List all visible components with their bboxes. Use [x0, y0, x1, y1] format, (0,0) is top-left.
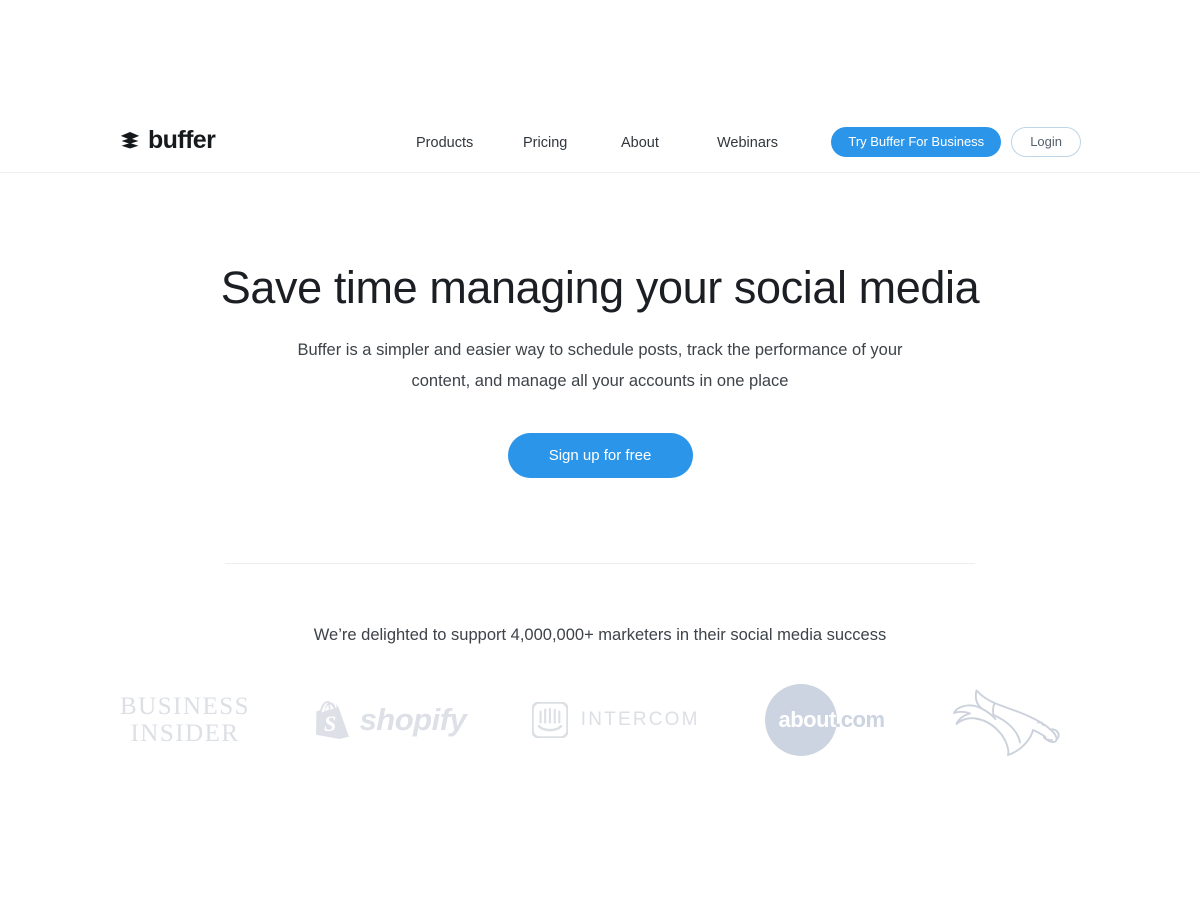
social-proof-text: We’re delighted to support 4,000,000+ ma… [313, 626, 887, 644]
section-divider [225, 563, 975, 564]
header-inner: buffer Products Pricing About Webinars T… [0, 111, 1200, 172]
page-title: Save time managing your social media [220, 262, 980, 313]
broncos-horse-head-icon [953, 689, 1060, 756]
main-navigation: Products Pricing About Webinars [416, 111, 807, 172]
business-insider-wordmark: BUSINESS INSIDER [120, 693, 250, 747]
about-com-row: about .com [765, 684, 885, 756]
buffer-logo-link[interactable]: buffer [119, 126, 216, 154]
nav-item-products[interactable]: Products [416, 133, 523, 151]
hero-cta-wrapper: Sign up for free [0, 397, 1200, 478]
page-root: buffer Products Pricing About Webinars T… [0, 0, 1200, 900]
nav-item-about[interactable]: About [621, 133, 717, 151]
try-buffer-for-business-button[interactable]: Try Buffer For Business [831, 126, 1002, 157]
logo-denver-broncos [950, 680, 1080, 760]
hero-subtitle: Buffer is a simpler and easier way to sc… [297, 340, 903, 390]
about-wordmark: about [778, 707, 836, 732]
business-insider-line-2: INSIDER [130, 720, 240, 747]
logo-shopify: S shopify [315, 680, 467, 760]
logo-business-insider: BUSINESS INSIDER [120, 680, 250, 760]
nav-item-webinars[interactable]: Webinars [717, 133, 807, 151]
hero-section: Save time managing your social media Buf… [0, 173, 1200, 478]
intercom-wordmark: INTERCOM [580, 709, 700, 730]
intercom-row: INTERCOM [531, 702, 700, 738]
svg-text:S: S [324, 711, 336, 736]
sign-up-for-free-button[interactable]: Sign up for free [507, 432, 693, 478]
shopify-wordmark: shopify [359, 702, 467, 737]
customer-logo-row: BUSINESS INSIDER S shopify INTERCOM abou… [120, 680, 1080, 760]
nav-item-pricing[interactable]: Pricing [523, 133, 621, 151]
shopify-row: S shopify [315, 700, 467, 740]
stacked-layers-icon [120, 131, 140, 149]
site-header: buffer Products Pricing About Webinars T… [0, 111, 1200, 173]
business-insider-line-1: BUSINESS [120, 693, 251, 720]
logo-intercom: INTERCOM [531, 680, 700, 760]
brand-name: buffer [148, 126, 216, 154]
logo-about-com: about .com [765, 680, 885, 760]
about-circle: about [765, 684, 838, 756]
intercom-icon [531, 702, 568, 738]
header-actions: Try Buffer For Business Login [831, 111, 1081, 172]
about-dotcom-suffix: .com [835, 707, 885, 732]
login-button[interactable]: Login [1011, 126, 1081, 157]
shopify-bag-icon: S [315, 701, 349, 739]
